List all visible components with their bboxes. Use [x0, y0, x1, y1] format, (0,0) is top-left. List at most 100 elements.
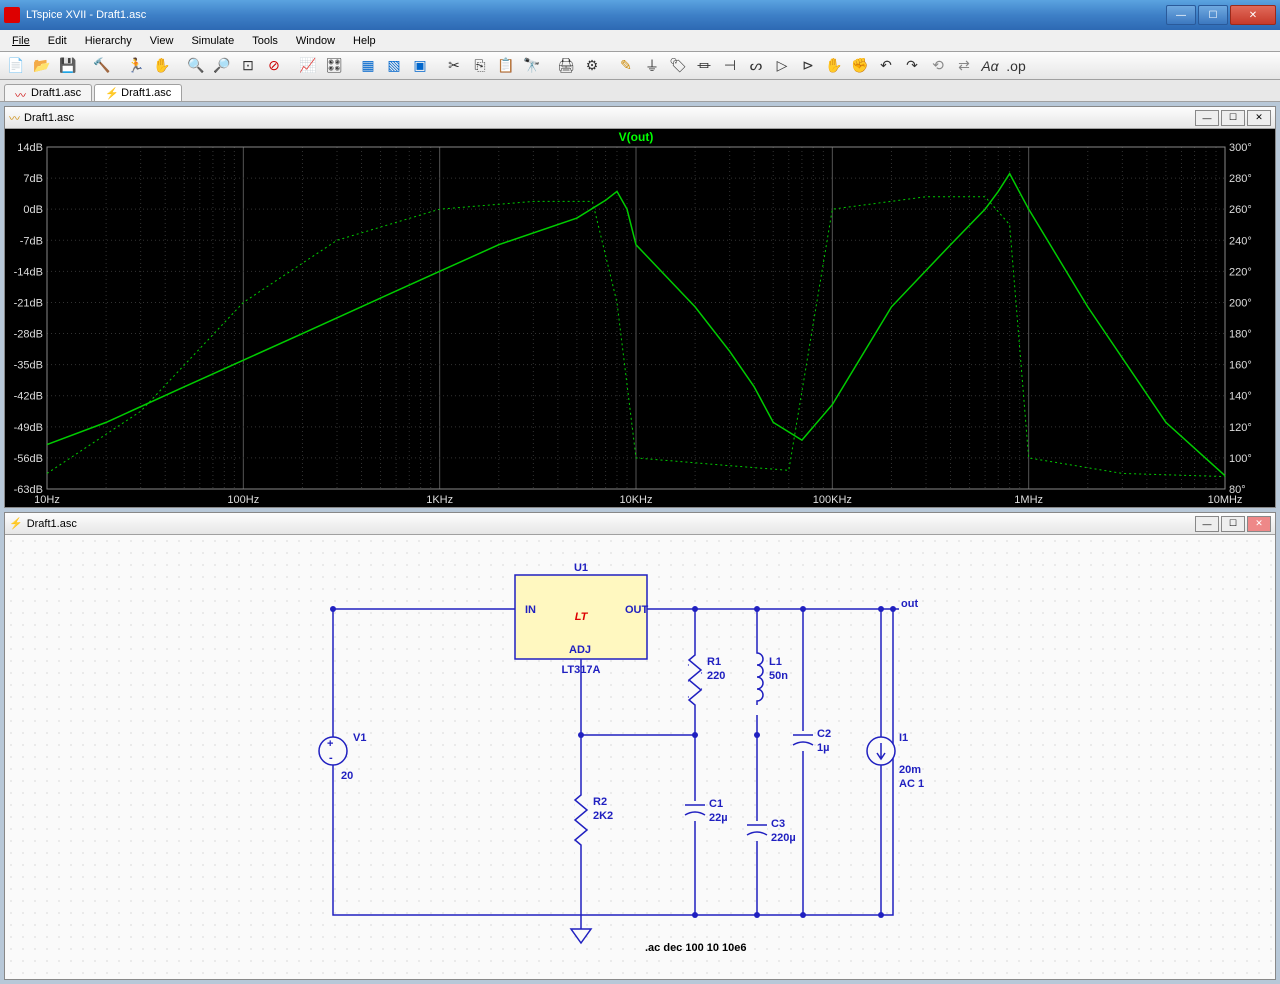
panel-max-button[interactable]: ☐ [1221, 110, 1245, 126]
wave-icon: 〰 [9, 110, 20, 126]
drag-icon[interactable]: ✊ [848, 55, 872, 77]
mirror-icon[interactable]: ⇄ [952, 55, 976, 77]
svg-text:2K2: 2K2 [593, 810, 613, 822]
document-tabs: 〰Draft1.asc ⚡Draft1.asc [0, 80, 1280, 102]
draw-icon[interactable]: ✎ [614, 55, 638, 77]
svg-text:1MHz: 1MHz [1014, 494, 1043, 506]
copy-icon[interactable]: ⎘ [468, 55, 492, 77]
zoom-in-icon[interactable]: 🔍 [184, 55, 208, 77]
menu-hierarchy[interactable]: Hierarchy [77, 33, 140, 49]
find-icon[interactable]: 🔭 [520, 55, 544, 77]
schematic-area[interactable]: U1INOUTADJLT317ALT+-V120R1220R22K2L150nC… [5, 535, 1275, 979]
app-icon [4, 7, 20, 23]
ground-icon[interactable]: ⏚ [640, 55, 664, 77]
menu-view[interactable]: View [142, 33, 182, 49]
menu-edit[interactable]: Edit [40, 33, 75, 49]
diode-icon[interactable]: ▷ [770, 55, 794, 77]
svg-text:-28dB: -28dB [14, 329, 43, 341]
cascade-icon[interactable]: ▧ [382, 55, 406, 77]
panel-min-button[interactable]: — [1195, 110, 1219, 126]
svg-text:280°: 280° [1229, 173, 1252, 185]
plot-panel-title: Draft1.asc [24, 112, 74, 124]
inductor-icon[interactable]: ᔕ [744, 55, 768, 77]
svg-text:AC 1: AC 1 [899, 778, 924, 790]
tab-plot[interactable]: 〰Draft1.asc [4, 84, 92, 101]
svg-text:C2: C2 [817, 728, 831, 740]
pick-icon[interactable]: 🔨 [90, 55, 114, 77]
svg-text:-: - [329, 752, 333, 764]
tile-icon[interactable]: ▦ [356, 55, 380, 77]
svg-text:22µ: 22µ [709, 812, 728, 824]
panel-min-button[interactable]: — [1195, 516, 1219, 532]
text-icon[interactable]: Aα [978, 55, 1002, 77]
plot-area[interactable]: V(out)10Hz100Hz1KHz10KHz100KHz1MHz10MHz1… [5, 129, 1275, 507]
panel-max-button[interactable]: ☐ [1221, 516, 1245, 532]
svg-text:-35dB: -35dB [14, 360, 43, 372]
schem-panel-title: Draft1.asc [27, 518, 77, 530]
redo-icon[interactable]: ↷ [900, 55, 924, 77]
zoom-fit-icon[interactable]: ⊡ [236, 55, 260, 77]
close-button[interactable]: ✕ [1230, 5, 1276, 25]
print-icon[interactable]: 🖨 [554, 55, 578, 77]
settings-icon[interactable]: 🎛 [322, 55, 346, 77]
maximize-button[interactable]: ☐ [1198, 5, 1228, 25]
svg-text:100°: 100° [1229, 453, 1252, 465]
move-icon[interactable]: ✋ [822, 55, 846, 77]
tab-schematic[interactable]: ⚡Draft1.asc [94, 84, 182, 101]
svg-text:out: out [901, 598, 918, 610]
menu-simulate[interactable]: Simulate [183, 33, 242, 49]
svg-text:20: 20 [341, 770, 353, 782]
svg-text:IN: IN [525, 604, 536, 616]
menu-file[interactable]: File [4, 33, 38, 49]
toolbar: 📄 📂 💾 🔨 🏃 ✋ 🔍 🔎 ⊡ ⊘ 📈 🎛 ▦ ▧ ▣ ✂ ⎘ 📋 🔭 🖨 … [0, 52, 1280, 80]
resistor-icon[interactable]: ⏛ [692, 55, 716, 77]
svg-text:10KHz: 10KHz [619, 494, 652, 506]
schem-icon: ⚡ [105, 87, 117, 99]
svg-text:220µ: 220µ [771, 832, 796, 844]
wave-icon: 〰 [15, 87, 27, 99]
svg-text:80°: 80° [1229, 484, 1246, 496]
halt-icon[interactable]: ✋ [150, 55, 174, 77]
capacitor-icon[interactable]: ⊣ [718, 55, 742, 77]
save-icon[interactable]: 💾 [56, 55, 80, 77]
svg-text:C3: C3 [771, 818, 785, 830]
menubar: File Edit Hierarchy View Simulate Tools … [0, 30, 1280, 52]
svg-text:7dB: 7dB [23, 173, 43, 185]
svg-text:-56dB: -56dB [14, 453, 43, 465]
rotate-icon[interactable]: ⟲ [926, 55, 950, 77]
svg-text:200°: 200° [1229, 297, 1252, 309]
svg-text:OUT: OUT [625, 604, 649, 616]
svg-text:R1: R1 [707, 656, 721, 668]
zoom-back-icon[interactable]: ⊘ [262, 55, 286, 77]
window-titlebar: LTspice XVII - Draft1.asc — ☐ ✕ [0, 0, 1280, 30]
new-file-icon[interactable]: 📄 [4, 55, 28, 77]
svg-text:100Hz: 100Hz [227, 494, 259, 506]
open-file-icon[interactable]: 📂 [30, 55, 54, 77]
svg-text:180°: 180° [1229, 329, 1252, 341]
paste-icon[interactable]: 📋 [494, 55, 518, 77]
schem-icon: ⚡ [9, 517, 23, 530]
svg-text:100KHz: 100KHz [813, 494, 852, 506]
op-icon[interactable]: .op [1004, 55, 1028, 77]
autorange-icon[interactable]: 📈 [296, 55, 320, 77]
setup-icon[interactable]: ⚙ [580, 55, 604, 77]
panel-close-button[interactable]: ✕ [1247, 516, 1271, 532]
menu-tools[interactable]: Tools [244, 33, 286, 49]
zoom-out-icon[interactable]: 🔎 [210, 55, 234, 77]
panel-close-button[interactable]: ✕ [1247, 110, 1271, 126]
svg-text:220°: 220° [1229, 266, 1252, 278]
svg-text:-49dB: -49dB [14, 422, 43, 434]
svg-text:140°: 140° [1229, 391, 1252, 403]
component-icon[interactable]: ⊳ [796, 55, 820, 77]
menu-window[interactable]: Window [288, 33, 343, 49]
plot-panel: 〰 Draft1.asc — ☐ ✕ V(out)10Hz100Hz1KHz10… [4, 106, 1276, 508]
minimize-button[interactable]: — [1166, 5, 1196, 25]
menu-help[interactable]: Help [345, 33, 384, 49]
undo-icon[interactable]: ↶ [874, 55, 898, 77]
cut-icon[interactable]: ✂ [442, 55, 466, 77]
svg-text:1µ: 1µ [817, 742, 829, 754]
label-icon[interactable]: 🏷 [666, 55, 690, 77]
run-icon[interactable]: 🏃 [124, 55, 148, 77]
close-win-icon[interactable]: ▣ [408, 55, 432, 77]
workarea: 〰 Draft1.asc — ☐ ✕ V(out)10Hz100Hz1KHz10… [0, 102, 1280, 984]
